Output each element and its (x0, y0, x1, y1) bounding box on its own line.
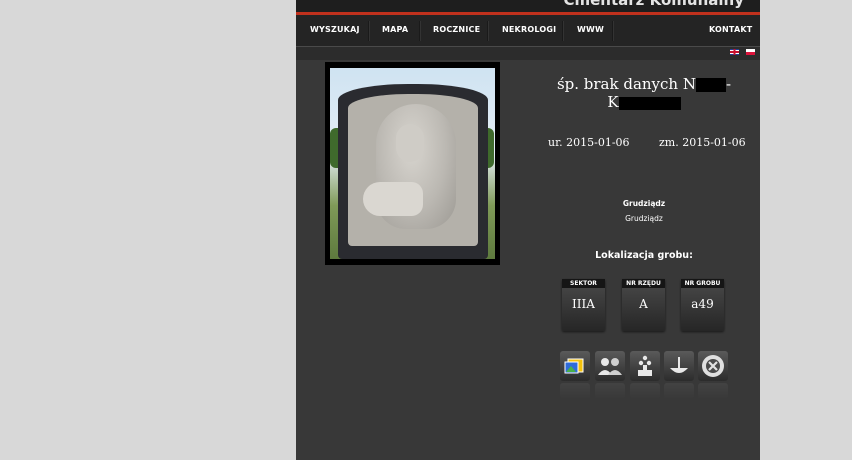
redaction-bar (695, 78, 726, 92)
nav-bar: WYSZUKAJ MAPA ROCZNICE NEKROLOGI WWW KON… (296, 15, 760, 47)
nav-separator (612, 21, 614, 41)
row-label: NR RZĘDU (622, 279, 665, 288)
grave-number-label: NR GROBU (681, 279, 724, 288)
grave-photo[interactable] (330, 68, 495, 259)
memorial-button[interactable] (630, 351, 660, 381)
flag-en-icon[interactable] (730, 49, 739, 55)
redaction-bar (618, 96, 681, 110)
deceased-name: śp. brak danych N - K (546, 75, 742, 111)
birth-date: ur. 2015-01-06 (548, 136, 630, 149)
sector-label: SEKTOR (562, 279, 605, 288)
grave-location-heading: Lokalizacja grobu: (595, 250, 693, 261)
nav-item-kontakt[interactable]: KONTAKT (709, 25, 752, 34)
nav-separator (487, 21, 489, 41)
relief-face (396, 124, 424, 162)
icon-reflection (560, 383, 590, 399)
memorial-icon (638, 355, 652, 376)
site-title[interactable]: Cmentarz Komunalny (563, 0, 744, 9)
candle-button[interactable] (664, 351, 694, 381)
nav-item-rocznice[interactable]: ROCZNICE (433, 25, 480, 34)
nav-separator (419, 21, 421, 41)
place-text: Grudziądz (625, 214, 663, 223)
icon-reflection (595, 383, 625, 399)
nav-item-nekrologi[interactable]: NEKROLOGI (502, 25, 556, 34)
name-dash: - (725, 75, 732, 93)
row-value: A (639, 297, 648, 311)
sector-box: SEKTOR IIIA (562, 279, 605, 331)
close-button[interactable] (698, 351, 728, 381)
icon-reflection (664, 383, 694, 399)
page-container: Cmentarz Komunalny WYSZUKAJ MAPA ROCZNIC… (296, 0, 760, 460)
family-icon (598, 358, 622, 375)
family-button[interactable] (595, 351, 625, 381)
icon-reflection (698, 383, 728, 399)
close-circle-icon (702, 355, 724, 377)
language-bar (296, 47, 760, 60)
name-line2-prefix: K (607, 93, 619, 111)
nav-item-wyszukaj[interactable]: WYSZUKAJ (310, 25, 360, 34)
icon-reflection (630, 383, 660, 399)
header-strip: Cmentarz Komunalny (296, 0, 760, 12)
name-prefix: śp. brak danych N (556, 75, 696, 93)
place-heading: Grudziądz (622, 199, 666, 208)
death-date: zm. 2015-01-06 (659, 136, 746, 149)
grave-number-box: NR GROBU a49 (681, 279, 724, 331)
gallery-button[interactable] (560, 351, 590, 381)
headstone-relief-panel (348, 94, 478, 246)
nav-separator (368, 21, 370, 41)
grave-photo-frame (325, 62, 500, 265)
relief-child (363, 182, 423, 216)
nav-item-mapa[interactable]: MAPA (382, 25, 408, 34)
grave-number-value: a49 (691, 297, 714, 311)
candle-icon (670, 357, 688, 373)
nav-item-www[interactable]: WWW (577, 25, 604, 34)
headstone (338, 84, 488, 259)
row-box: NR RZĘDU A (622, 279, 665, 331)
flag-pl-icon[interactable] (746, 49, 755, 55)
nav-separator (562, 21, 564, 41)
sector-value: IIIA (572, 297, 595, 311)
gallery-icon (564, 358, 584, 374)
